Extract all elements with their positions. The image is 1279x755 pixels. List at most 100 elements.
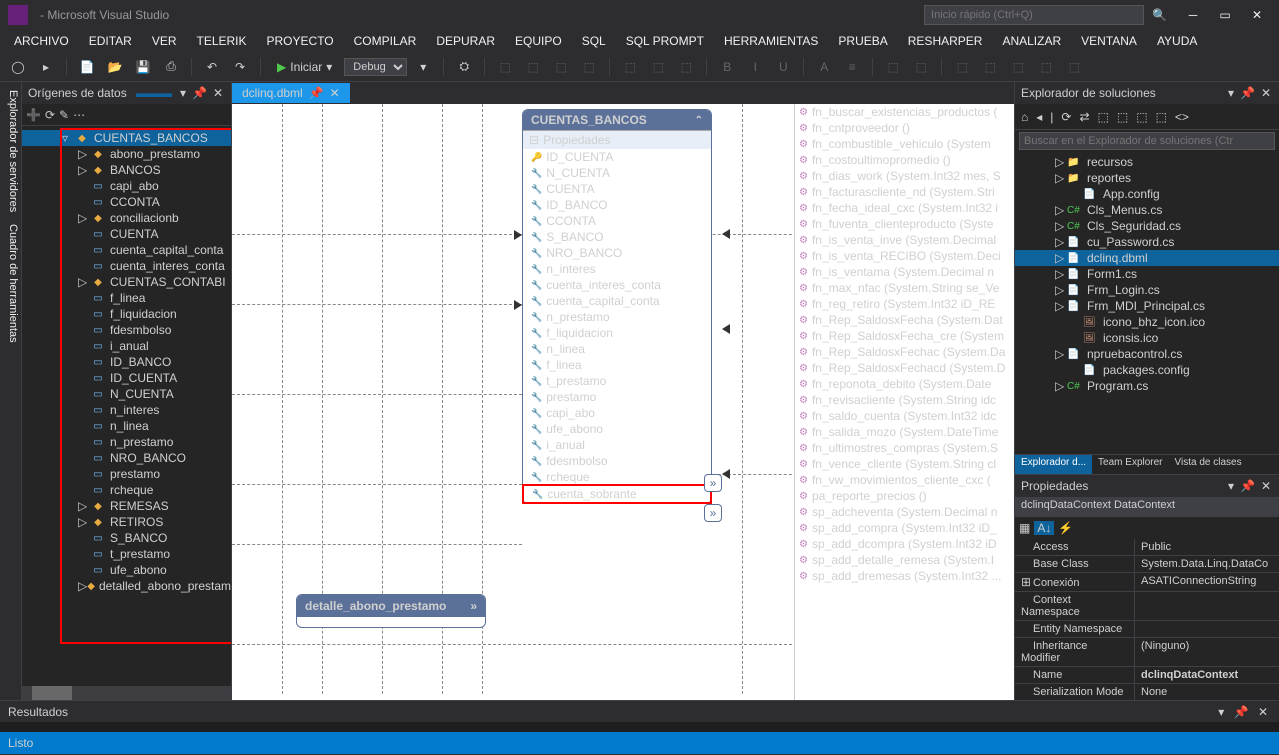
prop-row-entity-namespace[interactable]: Entity Namespace xyxy=(1015,621,1279,638)
quick-launch-input[interactable] xyxy=(924,5,1144,25)
entity-field-n_linea[interactable]: 🔧n_linea xyxy=(523,341,711,357)
method-row[interactable]: ⚙fn_cntproveedor () xyxy=(795,120,1014,136)
sln-node-frm_login-cs[interactable]: ▷📄Frm_Login.cs xyxy=(1015,282,1279,298)
underline-button[interactable]: U xyxy=(771,55,795,79)
sln-tree[interactable]: ▷📁recursos▷📁reportes📄App.config▷C#Cls_Me… xyxy=(1015,152,1279,454)
props-events-button[interactable]: ⚡ xyxy=(1058,521,1073,535)
tb-n-icon[interactable]: ⬚ xyxy=(1062,55,1086,79)
tb-misc-1[interactable]: ▾ xyxy=(411,55,435,79)
sln-code-button[interactable]: <> xyxy=(1173,110,1191,124)
tb-l-icon[interactable]: ⬚ xyxy=(1006,55,1030,79)
sln-node-cls_menus-cs[interactable]: ▷C#Cls_Menus.cs xyxy=(1015,202,1279,218)
ds-dropdown-button[interactable]: ▾ xyxy=(178,86,188,100)
sln-node-cls_seguridad-cs[interactable]: ▷C#Cls_Seguridad.cs xyxy=(1015,218,1279,234)
props-grid[interactable]: AccessPublicBase ClassSystem.Data.Linq.D… xyxy=(1015,539,1279,700)
menu-archivo[interactable]: ARCHIVO xyxy=(6,32,77,50)
sln-node-packages-config[interactable]: 📄packages.config xyxy=(1015,362,1279,378)
ds-node-detalled_abono_prestam[interactable]: ▷◆detalled_abono_prestam xyxy=(22,578,231,594)
start-debug-button[interactable]: ▶Iniciar▾ xyxy=(269,60,340,74)
sln-a-button[interactable]: ⬚ xyxy=(1096,110,1111,124)
server-explorer-tab[interactable]: Explorador de servidores xyxy=(2,90,19,212)
method-row[interactable]: ⚙fn_is_venta_inve (System.Decimal xyxy=(795,232,1014,248)
results-close-button[interactable]: ✕ xyxy=(1255,705,1271,719)
menu-proyecto[interactable]: PROYECTO xyxy=(259,32,342,50)
method-row[interactable]: ⚙fn_is_ventama (System.Decimal n xyxy=(795,264,1014,280)
ds-tree[interactable]: ▿◆CUENTAS_BANCOS▷◆abono_prestamo▷◆BANCOS… xyxy=(22,126,231,686)
prop-row-serialization-mode[interactable]: Serialization ModeNone xyxy=(1015,684,1279,700)
entity-field-nro_banco[interactable]: 🔧NRO_BANCO xyxy=(523,245,711,261)
tb-a-icon[interactable]: ⬚ xyxy=(493,55,517,79)
method-row[interactable]: ⚙fn_reponota_debito (System.Date xyxy=(795,376,1014,392)
ds-node-s_banco[interactable]: ▭S_BANCO xyxy=(22,530,231,546)
ds-root-node[interactable]: ▿◆CUENTAS_BANCOS xyxy=(22,130,231,146)
ds-node-n_cuenta[interactable]: ▭N_CUENTA xyxy=(22,386,231,402)
entity-sm-chevron[interactable]: » xyxy=(470,599,477,613)
tb-b-icon[interactable]: ⬚ xyxy=(521,55,545,79)
menu-sql[interactable]: SQL xyxy=(574,32,614,50)
ds-opt-button[interactable]: ⋯ xyxy=(73,108,85,122)
sln-pin-button[interactable]: 📌 xyxy=(1238,86,1257,100)
sln-home-button[interactable]: ⌂ xyxy=(1019,110,1030,124)
tb-d-icon[interactable]: ⬚ xyxy=(577,55,601,79)
new-project-button[interactable]: 📄 xyxy=(75,55,99,79)
method-row[interactable]: ⚙sp_add_dremesas (System.Int32 ... xyxy=(795,568,1014,584)
entity-field-f_liquidacion[interactable]: 🔧f_liquidacion xyxy=(523,325,711,341)
close-button[interactable]: ✕ xyxy=(1243,5,1271,25)
method-row[interactable]: ⚙fn_Rep_SaldosxFecha (System.Dat xyxy=(795,312,1014,328)
props-cat-button[interactable]: ▦ xyxy=(1019,521,1030,535)
tab-close-button[interactable]: ✕ xyxy=(330,86,340,100)
ds-node-n_prestamo[interactable]: ▭n_prestamo xyxy=(22,434,231,450)
method-row[interactable]: ⚙pa_reporte_precios () xyxy=(795,488,1014,504)
ds-node-capi_abo[interactable]: ▭capi_abo xyxy=(22,178,231,194)
menu-ventana[interactable]: VENTANA xyxy=(1073,32,1145,50)
method-row[interactable]: ⚙sp_add_detalle_remesa (System.I xyxy=(795,552,1014,568)
menu-herramientas[interactable]: HERRAMIENTAS xyxy=(716,32,826,50)
entity-field-f_linea[interactable]: 🔧f_linea xyxy=(523,357,711,373)
tb-gear-icon[interactable]: ⛭ xyxy=(452,55,476,79)
entity-field-t_prestamo[interactable]: 🔧t_prestamo xyxy=(523,373,711,389)
ds-node-n_interes[interactable]: ▭n_interes xyxy=(22,402,231,418)
prop-row-conexión[interactable]: ⊞ConexiónASATIConnectionString xyxy=(1015,573,1279,592)
entity-field-cuenta[interactable]: 🔧CUENTA xyxy=(523,181,711,197)
entity-field-prestamo[interactable]: 🔧prestamo xyxy=(523,389,711,405)
tb-m-icon[interactable]: ⬚ xyxy=(1034,55,1058,79)
sln-node-program-cs[interactable]: ▷C#Program.cs xyxy=(1015,378,1279,394)
minimize-button[interactable]: ─ xyxy=(1179,5,1207,25)
menu-prueba[interactable]: PRUEBA xyxy=(830,32,895,50)
method-row[interactable]: ⚙fn_facturascliente_nd (System.Stri xyxy=(795,184,1014,200)
sln-node-reportes[interactable]: ▷📁reportes xyxy=(1015,170,1279,186)
sln-b-button[interactable]: ⬚ xyxy=(1115,110,1130,124)
tb-i-icon[interactable]: ⬚ xyxy=(909,55,933,79)
sln-tab-1[interactable]: Team Explorer xyxy=(1092,455,1168,474)
undo-button[interactable]: ↶ xyxy=(200,55,224,79)
entity-field-n_prestamo[interactable]: 🔧n_prestamo xyxy=(523,309,711,325)
method-row[interactable]: ⚙fn_vence_cliente (System.String cl xyxy=(795,456,1014,472)
method-row[interactable]: ⚙fn_saldo_cuenta (System.Int32 idc xyxy=(795,408,1014,424)
nav-fwd-button[interactable]: ▸ xyxy=(34,55,58,79)
ds-node-n_linea[interactable]: ▭n_linea xyxy=(22,418,231,434)
italic-button[interactable]: I xyxy=(743,55,767,79)
sln-search-input[interactable] xyxy=(1019,132,1275,150)
method-row[interactable]: ⚙fn_vw_movimientos_cliente_cxc ( xyxy=(795,472,1014,488)
entity-cuentas-bancos[interactable]: CUENTAS_BANCOS⌃ ⊟Propiedades 🔑ID_CUENTA🔧… xyxy=(522,109,712,504)
tab-dclinq[interactable]: dclinq.dbml 📌 ✕ xyxy=(232,83,350,103)
method-row[interactable]: ⚙sp_add_compra (System.Int32 iD_ xyxy=(795,520,1014,536)
ds-node-fdesmbolso[interactable]: ▭fdesmbolso xyxy=(22,322,231,338)
entity-field-i_anual[interactable]: 🔧i_anual xyxy=(523,437,711,453)
entity-field-capi_abo[interactable]: 🔧capi_abo xyxy=(523,405,711,421)
sln-sync-button[interactable]: ⇄ xyxy=(1077,110,1091,124)
sln-d-button[interactable]: ⬚ xyxy=(1154,110,1169,124)
entity-field-cuenta_sobrante[interactable]: 🔧cuenta_sobrante xyxy=(522,484,712,504)
sln-node-recursos[interactable]: ▷📁recursos xyxy=(1015,154,1279,170)
method-row[interactable]: ⚙fn_Rep_SaldosxFechac (System.Da xyxy=(795,344,1014,360)
redo-button[interactable]: ↷ xyxy=(228,55,252,79)
sln-node-icono_bhz_icon-ico[interactable]: 🖼icono_bhz_icon.ico xyxy=(1015,314,1279,330)
ds-node-cconta[interactable]: ▭CCONTA xyxy=(22,194,231,210)
ds-node-cuenta_capital_conta[interactable]: ▭cuenta_capital_conta xyxy=(22,242,231,258)
ds-node-retiros[interactable]: ▷◆RETIROS xyxy=(22,514,231,530)
results-dropdown-button[interactable]: ▾ xyxy=(1215,705,1227,719)
ds-node-cuenta_interes_conta[interactable]: ▭cuenta_interes_conta xyxy=(22,258,231,274)
ds-close-button[interactable]: ✕ xyxy=(211,86,225,100)
sln-node-dclinq-dbml[interactable]: ▷📄dclinq.dbml xyxy=(1015,250,1279,266)
prop-row-inheritance-modifier[interactable]: Inheritance Modifier(Ninguno) xyxy=(1015,638,1279,667)
